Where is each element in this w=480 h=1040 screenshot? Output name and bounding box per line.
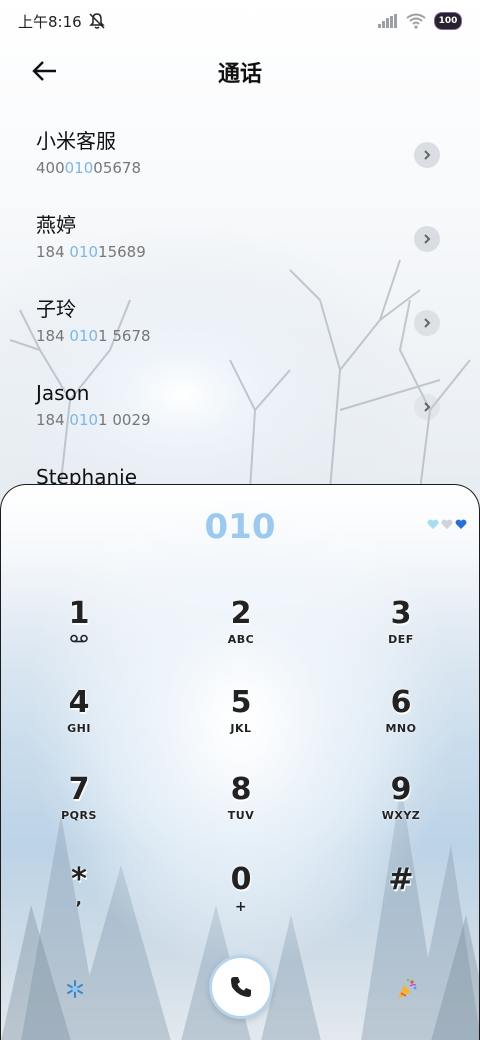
key-letters: WXYZ xyxy=(381,809,421,822)
wifi-icon xyxy=(406,13,426,29)
key-digit: 3 xyxy=(390,596,412,631)
heart-icon xyxy=(427,519,439,529)
chevron-right-icon[interactable] xyxy=(414,394,440,420)
chevron-right-icon[interactable] xyxy=(414,226,440,252)
dialpad-key-2[interactable]: 2 ABC xyxy=(181,597,301,667)
dialpad-key-6[interactable]: 6 MNO xyxy=(341,686,461,756)
contact-name: 燕婷 xyxy=(36,213,76,237)
key-digit: 9 xyxy=(390,772,412,807)
key-letters: , xyxy=(75,889,83,908)
dialpad-key-star[interactable]: * , xyxy=(19,863,139,933)
mute-bell-icon xyxy=(88,13,105,29)
call-button[interactable] xyxy=(209,955,273,1019)
snowflake-icon[interactable] xyxy=(61,975,89,1003)
party-popper-icon[interactable] xyxy=(393,975,421,1003)
contact-number: 40001005678 xyxy=(36,159,141,177)
key-letters: MNO xyxy=(385,722,417,735)
contact-number: 184 0101 0029 xyxy=(36,411,151,429)
key-digit: 6 xyxy=(390,685,412,720)
status-bar: 上午8:16 100 xyxy=(0,0,480,42)
contact-item[interactable]: 子玲 184 0101 5678 xyxy=(0,288,480,372)
heart-icon xyxy=(441,519,453,529)
contact-list: 小米客服 40001005678 燕婷 184 01015689 子玲 184 … xyxy=(0,120,480,540)
dialpad-key-9[interactable]: 9 WXYZ xyxy=(341,773,461,843)
hearts-decoration xyxy=(427,519,467,530)
key-letters: + xyxy=(234,899,248,915)
key-letters: PQRS xyxy=(61,809,97,822)
contact-name: Jason xyxy=(36,381,90,405)
signal-icon xyxy=(378,14,397,28)
dial-input-display[interactable]: 010 xyxy=(1,507,479,547)
dialpad-key-4[interactable]: 4 GHI xyxy=(19,686,139,756)
voicemail-icon xyxy=(19,633,139,646)
dialpad-key-7[interactable]: 7 PQRS xyxy=(19,773,139,843)
page-title: 通话 xyxy=(217,62,262,87)
dialpad-key-0[interactable]: 0 + xyxy=(181,863,301,933)
key-digit: 0 xyxy=(230,862,252,897)
key-digit: 2 xyxy=(230,596,252,631)
status-time: 上午8:16 xyxy=(18,12,82,31)
contact-name: 小米客服 xyxy=(36,129,116,153)
contact-name: 子玲 xyxy=(36,297,76,321)
dialpad-key-5[interactable]: 5 JKL xyxy=(181,686,301,756)
key-digit: 5 xyxy=(230,685,252,720)
contact-item[interactable]: 小米客服 40001005678 xyxy=(0,120,480,204)
contact-item[interactable]: Jason 184 0101 0029 xyxy=(0,372,480,456)
key-letters: ABC xyxy=(227,633,255,646)
chevron-right-icon[interactable] xyxy=(414,142,440,168)
battery-level: 100 xyxy=(438,16,458,26)
key-letters: TUV xyxy=(227,809,255,822)
key-digit: 8 xyxy=(230,772,252,807)
dialpad-key-3[interactable]: 3 DEF xyxy=(341,597,461,667)
header: 通话 xyxy=(0,46,480,96)
key-letters: JKL xyxy=(230,722,252,735)
key-digit: # xyxy=(388,862,414,897)
dialpad-key-hash[interactable]: # xyxy=(341,863,461,933)
dialpad-key-8[interactable]: 8 TUV xyxy=(181,773,301,843)
dialpad-key-1[interactable]: 1 xyxy=(19,597,139,667)
chevron-right-icon[interactable] xyxy=(414,310,440,336)
key-digit: 7 xyxy=(68,772,90,807)
dialpad-panel: 010 1 2 ABC 3 DEF 4 GHI 5 JKL 6 MNO 7 PQ… xyxy=(0,484,480,1040)
key-letters: GHI xyxy=(67,722,91,735)
contact-number: 184 0101 5678 xyxy=(36,327,151,345)
heart-icon xyxy=(455,519,467,529)
battery-icon: 100 xyxy=(434,12,462,30)
phone-icon xyxy=(231,977,251,997)
contact-number: 184 01015689 xyxy=(36,243,146,261)
key-letters: DEF xyxy=(388,633,414,646)
key-digit: 4 xyxy=(68,685,90,720)
contact-item[interactable]: 燕婷 184 01015689 xyxy=(0,204,480,288)
key-digit: 1 xyxy=(68,596,90,631)
